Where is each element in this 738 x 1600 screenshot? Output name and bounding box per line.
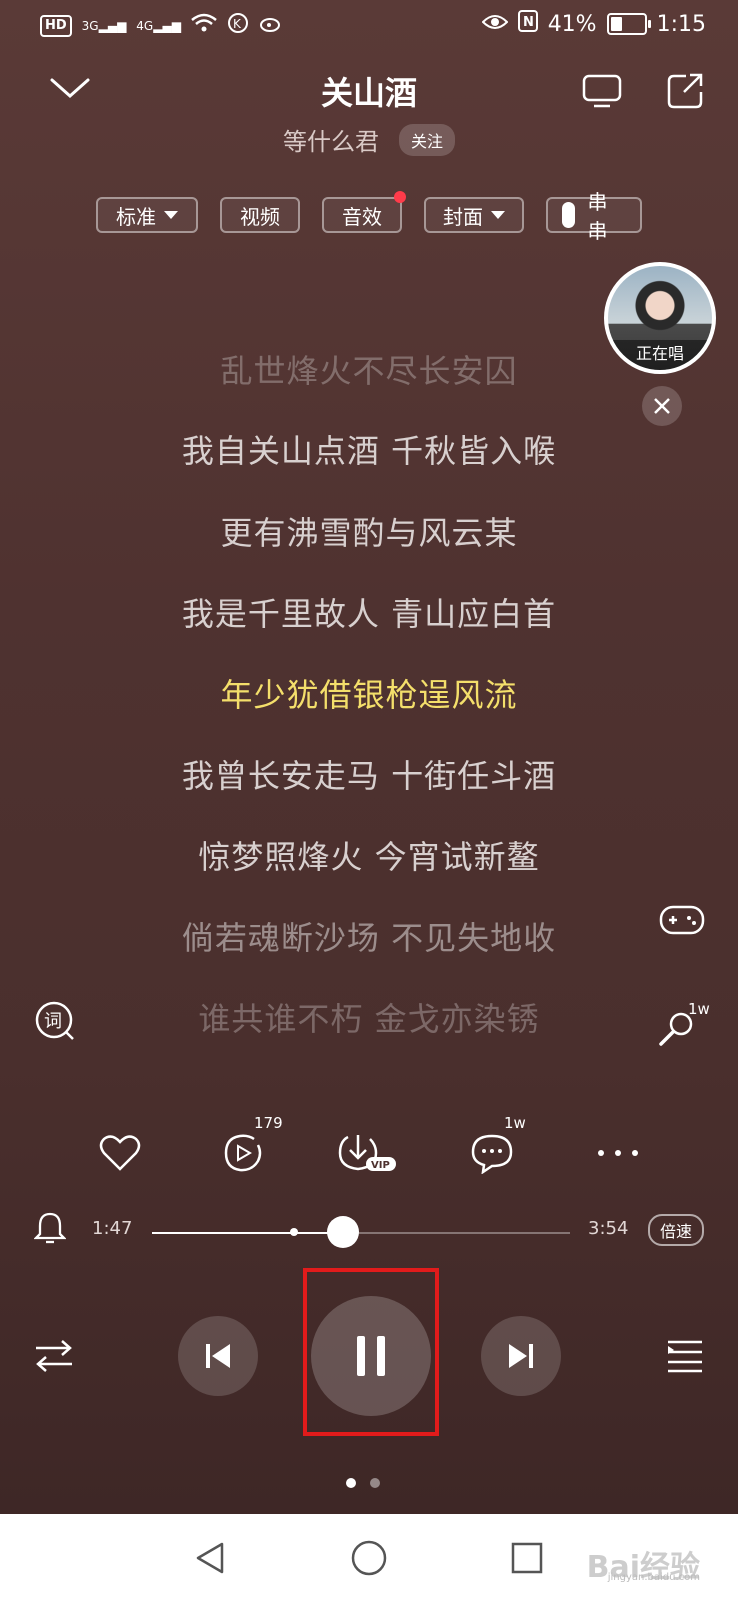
recents-nav-icon[interactable] xyxy=(503,1534,551,1582)
lyric-line: 我自关山点酒 千秋皆入喉 xyxy=(181,432,557,470)
video-chip-label: 视频 xyxy=(240,204,280,229)
like-button[interactable] xyxy=(90,1128,150,1178)
download-button[interactable]: VIP xyxy=(336,1128,396,1178)
next-track-button[interactable] xyxy=(481,1316,561,1396)
song-title: 关山酒 xyxy=(320,74,417,112)
battery-icon xyxy=(606,13,651,35)
k-app-icon: K xyxy=(227,12,249,40)
lyric-line: 更有沸雪酌与风云某 xyxy=(220,514,518,552)
highlight-annotation xyxy=(303,1268,439,1436)
feature-chips: 标准 视频 音效 封面 串串 xyxy=(0,190,738,243)
toggle-pill-icon xyxy=(562,202,576,228)
share-icon[interactable] xyxy=(666,72,706,114)
player-screen: HD 3G▂▄▆ 4G▂▄▆ K N 41% 1:15 关山酒 等什么君 关注 … xyxy=(0,0,738,1514)
artist-row: 等什么君 关注 xyxy=(0,122,738,157)
comment-button[interactable]: 1w xyxy=(462,1114,526,1178)
cast-screen-icon[interactable] xyxy=(582,74,622,114)
watermark-url: jingyan.baidu.com xyxy=(607,1572,700,1583)
lyric-icon-label: 词 xyxy=(44,1011,62,1032)
video-play-icon xyxy=(224,1134,262,1172)
caret-down-icon xyxy=(164,211,178,219)
skip-previous-icon xyxy=(206,1344,230,1368)
hd-indicator: HD xyxy=(40,15,72,37)
svg-text:VIP: VIP xyxy=(371,1160,390,1171)
page-indicator xyxy=(346,1478,380,1488)
playback-speed-button[interactable]: 倍速 xyxy=(648,1214,705,1246)
lyric-line: 倘若魂断沙场 不见失地收 xyxy=(181,919,557,957)
more-dots-icon xyxy=(598,1150,638,1156)
current-time: 1:47 xyxy=(92,1218,133,1239)
heart-icon xyxy=(99,1135,141,1171)
chuanchuan-chip[interactable]: 串串 xyxy=(546,190,642,243)
battery-percent: 41% xyxy=(547,11,597,37)
comment-bubble-icon xyxy=(471,1134,513,1174)
home-nav-icon[interactable] xyxy=(345,1534,393,1582)
eye-icon xyxy=(481,12,509,37)
sound-effect-chip-label: 音效 xyxy=(342,204,382,229)
page-dot xyxy=(370,1478,380,1488)
more-button[interactable] xyxy=(588,1128,648,1178)
cover-chip-label: 封面 xyxy=(443,204,483,229)
signal-4g-icon: 4G▂▄▆ xyxy=(136,19,181,33)
caret-down-icon xyxy=(491,211,505,219)
lyrics-mode-button[interactable]: 词 xyxy=(32,998,80,1046)
video-count: 179 xyxy=(254,1114,283,1132)
karaoke-count: 1w xyxy=(688,1000,710,1018)
lyric-line: 谁共谁不朽 金戈亦染锈 xyxy=(198,1000,540,1038)
comment-count: 1w xyxy=(504,1114,526,1132)
sound-effect-chip[interactable]: 音效 xyxy=(322,191,406,233)
wifi-icon xyxy=(191,13,217,39)
chuanchuan-chip-label: 串串 xyxy=(587,190,608,243)
progress-row: 1:47 3:54 倍速 xyxy=(0,1210,738,1250)
quality-chip-label: 标准 xyxy=(116,204,156,229)
quality-chip[interactable]: 标准 xyxy=(96,197,198,233)
close-icon xyxy=(654,398,670,414)
seek-knob[interactable] xyxy=(327,1216,360,1248)
artist-name[interactable]: 等什么君 xyxy=(283,122,379,157)
playlist-icon[interactable] xyxy=(666,1338,704,1378)
lyric-line: 我是千里故人 青山应白首 xyxy=(181,595,557,633)
weibo-icon xyxy=(259,13,283,39)
clock: 1:15 xyxy=(656,11,706,37)
follow-button[interactable]: 关注 xyxy=(398,123,455,156)
svg-text:N: N xyxy=(523,15,534,30)
previous-track-button[interactable] xyxy=(178,1316,258,1396)
svg-text:K: K xyxy=(233,17,242,31)
baidu-jingyan-watermark: Bai经验 jingyan.baidu.com xyxy=(587,1542,700,1586)
video-button[interactable]: 179 xyxy=(214,1114,283,1178)
download-icon: VIP xyxy=(338,1135,396,1171)
video-chip[interactable]: 视频 xyxy=(220,197,300,233)
back-nav-icon[interactable] xyxy=(186,1534,234,1582)
lyric-line: 我曾长安走马 十街任斗酒 xyxy=(181,757,557,795)
play-mode-shuffle-icon[interactable] xyxy=(34,1338,74,1378)
bell-icon[interactable] xyxy=(33,1210,67,1250)
cover-chip[interactable]: 封面 xyxy=(424,197,524,233)
buffer-marker xyxy=(290,1228,299,1236)
lyric-line: 惊梦照烽火 今宵试新鳌 xyxy=(198,838,540,876)
game-controller-icon[interactable] xyxy=(658,896,706,944)
seek-bar[interactable] xyxy=(152,1216,570,1248)
total-time: 3:54 xyxy=(588,1218,629,1239)
red-dot-badge xyxy=(394,191,406,203)
seek-bar-played xyxy=(152,1232,344,1234)
skip-next-icon xyxy=(509,1344,533,1368)
close-live-button[interactable] xyxy=(642,386,682,426)
lyric-line-active: 年少犹借银枪逞风流 xyxy=(220,676,518,714)
nfc-icon: N xyxy=(517,10,538,38)
system-nav-bar: Bai经验 jingyan.baidu.com xyxy=(0,1514,738,1600)
status-bar: HD 3G▂▄▆ 4G▂▄▆ K N 41% 1:15 xyxy=(0,0,738,52)
karaoke-mic-button[interactable]: 1w xyxy=(652,1000,710,1054)
signal-3g-icon: 3G▂▄▆ xyxy=(81,19,127,33)
page-dot-active xyxy=(346,1478,356,1488)
lyric-line: 乱世烽火不尽长安囚 xyxy=(220,352,518,390)
